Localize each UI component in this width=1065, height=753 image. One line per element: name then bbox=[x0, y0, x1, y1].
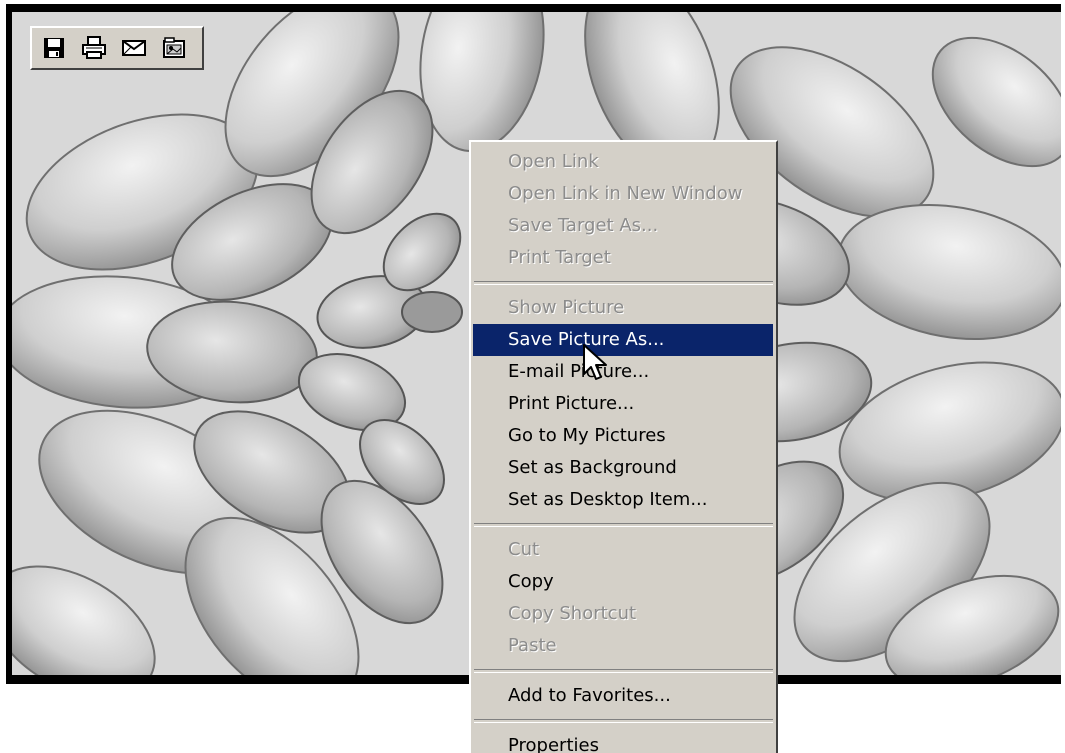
menu-item-email-picture[interactable]: E-mail Picture... bbox=[473, 356, 773, 388]
save-icon bbox=[44, 38, 64, 58]
print-button[interactable] bbox=[78, 32, 110, 64]
menu-item-set-as-background[interactable]: Set as Background bbox=[473, 452, 773, 484]
email-button[interactable] bbox=[118, 32, 150, 64]
menu-item-show-picture[interactable]: Show Picture bbox=[473, 292, 773, 324]
mouse-pointer-icon bbox=[583, 344, 607, 380]
my-pictures-button[interactable] bbox=[158, 32, 190, 64]
menu-separator bbox=[474, 281, 773, 285]
menu-item-save-picture-as[interactable]: Save Picture As... bbox=[473, 324, 773, 356]
menu-separator bbox=[474, 669, 773, 673]
menu-item-open-link[interactable]: Open Link bbox=[473, 146, 773, 178]
menu-item-copy-shortcut[interactable]: Copy Shortcut bbox=[473, 598, 773, 630]
menu-item-print-picture[interactable]: Print Picture... bbox=[473, 388, 773, 420]
menu-item-paste[interactable]: Paste bbox=[473, 630, 773, 662]
menu-item-add-to-favorites[interactable]: Add to Favorites... bbox=[473, 680, 773, 712]
image-toolbar bbox=[30, 26, 204, 70]
menu-item-print-target[interactable]: Print Target bbox=[473, 242, 773, 274]
menu-item-save-target-as[interactable]: Save Target As... bbox=[473, 210, 773, 242]
menu-item-cut[interactable]: Cut bbox=[473, 534, 773, 566]
context-menu: Open Link Open Link in New Window Save T… bbox=[469, 140, 778, 753]
menu-item-properties[interactable]: Properties bbox=[473, 730, 773, 753]
save-button[interactable] bbox=[38, 32, 70, 64]
menu-item-copy[interactable]: Copy bbox=[473, 566, 773, 598]
menu-item-go-to-my-pictures[interactable]: Go to My Pictures bbox=[473, 420, 773, 452]
menu-separator bbox=[474, 523, 773, 527]
menu-separator bbox=[474, 719, 773, 723]
menu-item-open-link-new-window[interactable]: Open Link in New Window bbox=[473, 178, 773, 210]
my-pictures-icon bbox=[163, 37, 185, 58]
menu-item-set-as-desktop-item[interactable]: Set as Desktop Item... bbox=[473, 484, 773, 516]
screen: Open Link Open Link in New Window Save T… bbox=[0, 0, 1065, 753]
print-icon bbox=[82, 36, 106, 59]
mail-icon bbox=[122, 40, 146, 56]
